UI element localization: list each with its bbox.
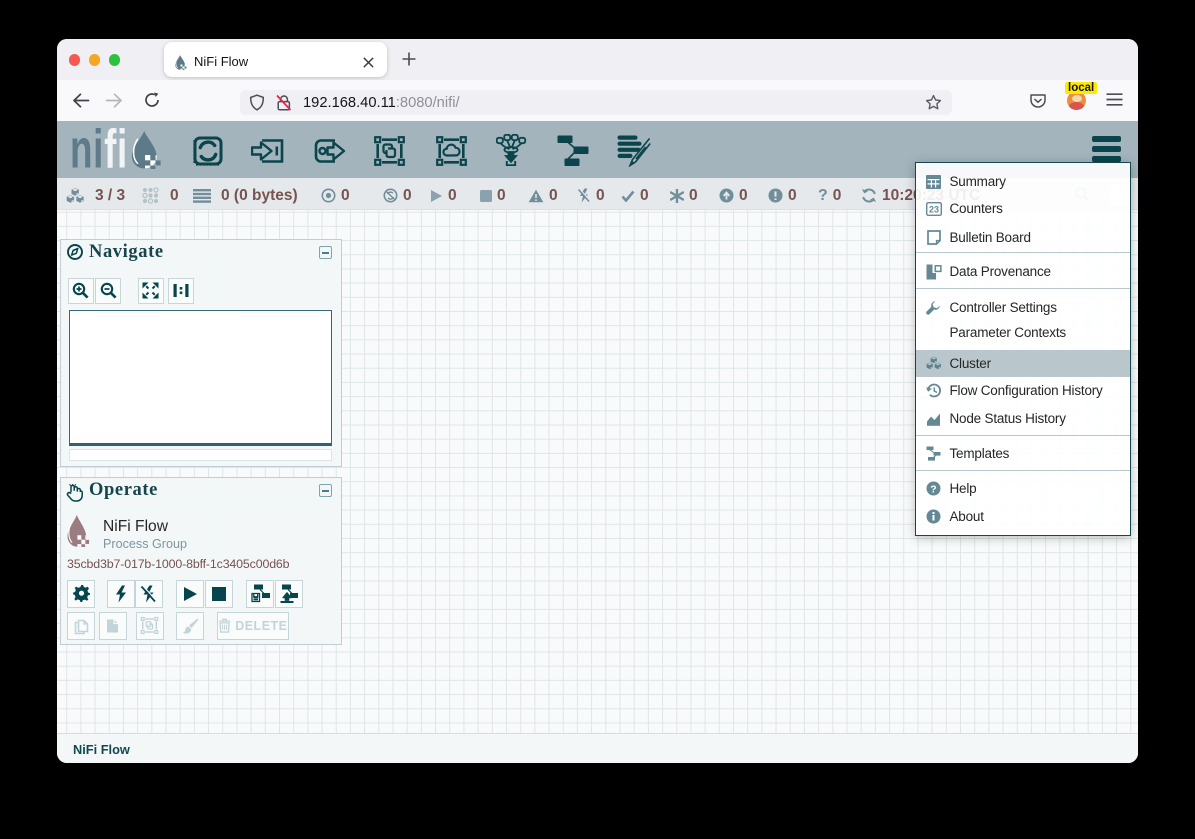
svg-text:23: 23 — [928, 204, 938, 214]
svg-text:nifi: nifi — [70, 121, 128, 178]
svg-text:?: ? — [930, 483, 936, 495]
